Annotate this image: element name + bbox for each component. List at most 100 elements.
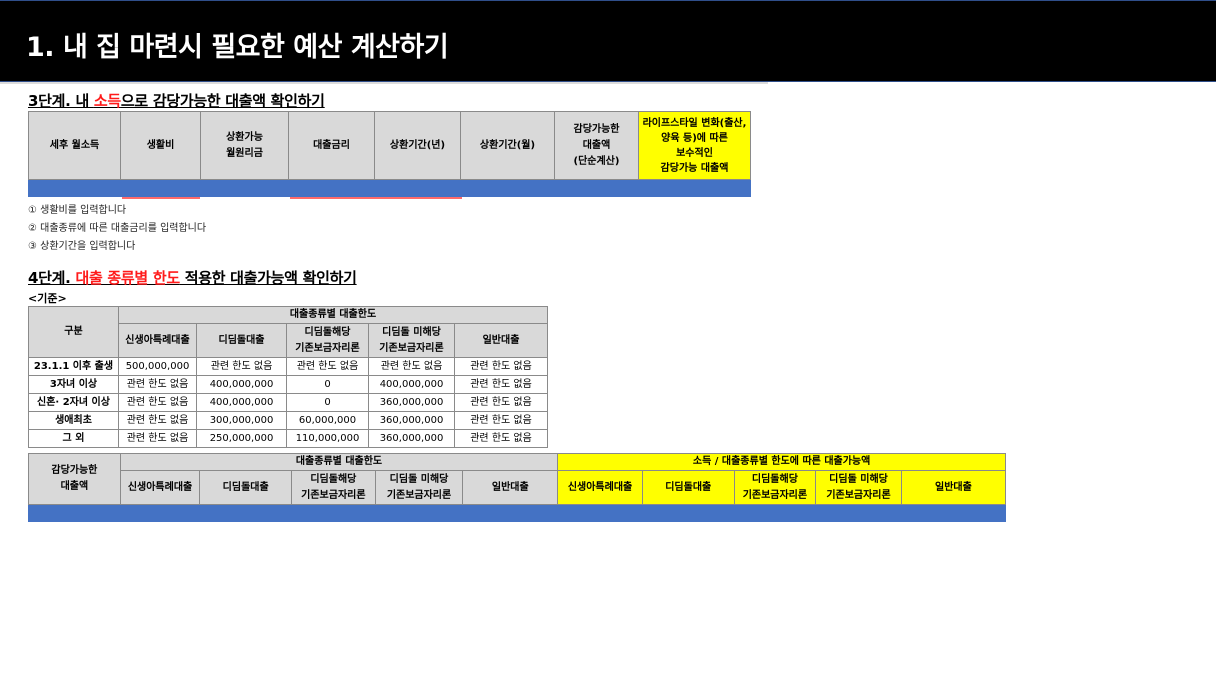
limit-cell: 관련 한도 없음 bbox=[196, 357, 287, 376]
table-row: 3자녀 이상 관련 한도 없음 400,000,000 0 400,000,00… bbox=[28, 375, 549, 394]
result-cell bbox=[900, 504, 1007, 522]
limit-cell: 110,000,000 bbox=[286, 429, 369, 448]
cell-monthly-payment bbox=[200, 179, 289, 197]
header-living-cost: 생활비 bbox=[120, 111, 201, 180]
row-label: 23.1.1 이후 출생 bbox=[28, 357, 119, 376]
result-cell bbox=[119, 504, 201, 522]
cell-conservative-loan bbox=[638, 179, 751, 197]
result-cell bbox=[28, 504, 121, 522]
loan-result-table: 감당가능한 대출액 대출종류별 대출한도 소득 / 대출종류별 한도에 따른 대… bbox=[28, 453, 1007, 522]
table-row: 생애최초 관련 한도 없음 300,000,000 60,000,000 360… bbox=[28, 411, 549, 430]
note-1: ① 생활비를 입력합니다 bbox=[28, 205, 127, 216]
result-group-header-left: 대출종류별 대출한도 bbox=[119, 453, 559, 471]
input-interest-rate[interactable] bbox=[288, 179, 375, 197]
available-col-general: 일반대출 bbox=[900, 470, 1007, 505]
header-term-months: 상환기간(월) bbox=[460, 111, 555, 180]
row-label: 3자녀 이상 bbox=[28, 375, 119, 394]
step3-heading: 3단계. 내 소득으로 감당가능한 대출액 확인하기 bbox=[28, 90, 325, 111]
limit-cell: 360,000,000 bbox=[368, 411, 455, 430]
limits-col-bogeum-ineligible: 디딤돌 미해당 기존보금자리론 bbox=[368, 323, 455, 358]
available-col-newborn: 신생아특례대출 bbox=[557, 470, 643, 505]
result-col-newborn: 신생아특례대출 bbox=[119, 470, 201, 505]
limit-cell: 0 bbox=[286, 393, 369, 412]
limit-cell: 관련 한도 없음 bbox=[368, 357, 455, 376]
result-col-didimdol: 디딤돌대출 bbox=[199, 470, 293, 505]
limit-cell: 관련 한도 없음 bbox=[286, 357, 369, 376]
note-2: ② 대출종류에 따른 대출금리를 입력합니다 bbox=[28, 223, 207, 234]
limits-group-header: 대출종류별 대출한도 bbox=[117, 306, 549, 324]
limit-cell: 0 bbox=[286, 375, 369, 394]
input-marker-rate-term bbox=[290, 197, 462, 199]
step4-heading-highlight: 대출 종류별 한도 bbox=[75, 269, 180, 287]
header-term-years: 상환기간(년) bbox=[374, 111, 461, 180]
cell-affordable-loan bbox=[554, 179, 639, 197]
limit-cell: 관련 한도 없음 bbox=[118, 393, 197, 412]
slide-title-bar: 1. 내 집 마련시 필요한 예산 계산하기 bbox=[0, 0, 1216, 82]
standard-label: <기준> bbox=[28, 292, 67, 305]
result-group-header-right: 소득 / 대출종류별 한도에 따른 대출가능액 bbox=[557, 453, 1006, 471]
limit-cell: 관련 한도 없음 bbox=[118, 429, 197, 448]
table-row: 23.1.1 이후 출생 500,000,000 관련 한도 없음 관련 한도 … bbox=[28, 357, 549, 376]
result-corner-header: 감당가능한 대출액 bbox=[28, 453, 121, 505]
result-cell bbox=[291, 504, 376, 522]
note-3: ③ 상환기간을 입력합니다 bbox=[28, 241, 136, 252]
step4-heading-prefix: 4단계. bbox=[28, 269, 76, 287]
step3-notes: ① 생활비를 입력합니다 ② 대출종류에 따른 대출금리를 입력합니다 ③ 상환… bbox=[28, 202, 206, 256]
loan-limits-table: 구분 대출종류별 대출한도 신생아특례대출 디딤돌대출 디딤돌해당 기존보금자리… bbox=[28, 306, 549, 448]
header-monthly-payment: 상환가능 월원리금 bbox=[200, 111, 289, 180]
table-row: 신혼· 2자녀 이상 관련 한도 없음 400,000,000 0 360,00… bbox=[28, 393, 549, 412]
row-label: 그 외 bbox=[28, 429, 119, 448]
table-row: 그 외 관련 한도 없음 250,000,000 110,000,000 360… bbox=[28, 429, 549, 448]
result-col-bogeum-ineligible: 디딤돌 미해당 기존보금자리론 bbox=[374, 470, 464, 505]
limit-cell: 관련 한도 없음 bbox=[453, 357, 549, 376]
header-affordable-loan: 감당가능한 대출액 (단순계산) bbox=[554, 111, 639, 180]
result-cell bbox=[815, 504, 902, 522]
step3-income-table: 세후 월소득 생활비 상환가능 월원리금 대출금리 상환기간(년) 상환기간(월… bbox=[28, 111, 751, 197]
header-net-income: 세후 월소득 bbox=[28, 111, 121, 180]
step3-heading-suffix: 으로 감당가능한 대출액 확인하기 bbox=[120, 92, 325, 110]
available-col-bogeum-eligible: 디딤돌해당 기존보금자리론 bbox=[733, 470, 817, 505]
result-cell bbox=[557, 504, 643, 522]
limits-col-newborn: 신생아특례대출 bbox=[118, 323, 197, 358]
available-col-bogeum-ineligible: 디딤돌 미해당 기존보금자리론 bbox=[815, 470, 902, 505]
limit-cell: 300,000,000 bbox=[196, 411, 287, 430]
limit-cell: 60,000,000 bbox=[286, 411, 369, 430]
limit-cell: 400,000,000 bbox=[196, 393, 287, 412]
limit-cell: 500,000,000 bbox=[118, 357, 197, 376]
input-marker-living-cost bbox=[122, 197, 200, 199]
limit-cell: 360,000,000 bbox=[368, 393, 455, 412]
cell-term-months bbox=[460, 179, 555, 197]
header-conservative-loan: 라이프스타일 변화(출산, 양육 등)에 따른 보수적인 감당가능 대출액 bbox=[638, 111, 751, 180]
result-cell bbox=[733, 504, 817, 522]
limit-cell: 관련 한도 없음 bbox=[453, 393, 549, 412]
result-col-general: 일반대출 bbox=[462, 470, 559, 505]
limit-cell: 관련 한도 없음 bbox=[118, 411, 197, 430]
result-cell bbox=[641, 504, 735, 522]
input-living-cost[interactable] bbox=[120, 179, 201, 197]
step4-heading: 4단계. 대출 종류별 한도 적용한 대출가능액 확인하기 bbox=[28, 267, 357, 288]
limit-cell: 400,000,000 bbox=[368, 375, 455, 394]
result-cell bbox=[462, 504, 559, 522]
limits-col-bogeum-eligible: 디딤돌해당 기존보금자리론 bbox=[286, 323, 369, 358]
limit-cell: 관련 한도 없음 bbox=[118, 375, 197, 394]
result-col-bogeum-eligible: 디딤돌해당 기존보금자리론 bbox=[291, 470, 376, 505]
row-label: 생애최초 bbox=[28, 411, 119, 430]
result-cell bbox=[199, 504, 293, 522]
limit-cell: 관련 한도 없음 bbox=[453, 375, 549, 394]
limits-col-general: 일반대출 bbox=[453, 323, 549, 358]
limit-cell: 관련 한도 없음 bbox=[453, 411, 549, 430]
step3-heading-highlight: 소득 bbox=[93, 92, 121, 110]
input-term-years[interactable] bbox=[374, 179, 461, 197]
available-col-didimdol: 디딤돌대출 bbox=[641, 470, 735, 505]
limit-cell: 250,000,000 bbox=[196, 429, 287, 448]
limit-cell: 360,000,000 bbox=[368, 429, 455, 448]
slide-title: 1. 내 집 마련시 필요한 예산 계산하기 bbox=[26, 32, 449, 63]
step3-heading-prefix: 3단계. 내 bbox=[28, 92, 94, 110]
limit-cell: 400,000,000 bbox=[196, 375, 287, 394]
step4-heading-suffix: 적용한 대출가능액 확인하기 bbox=[179, 269, 357, 287]
row-label: 신혼· 2자녀 이상 bbox=[28, 393, 119, 412]
limit-cell: 관련 한도 없음 bbox=[453, 429, 549, 448]
limits-col-didimdol: 디딤돌대출 bbox=[196, 323, 287, 358]
title-underline-rule bbox=[0, 82, 768, 84]
input-net-income[interactable] bbox=[28, 179, 121, 197]
